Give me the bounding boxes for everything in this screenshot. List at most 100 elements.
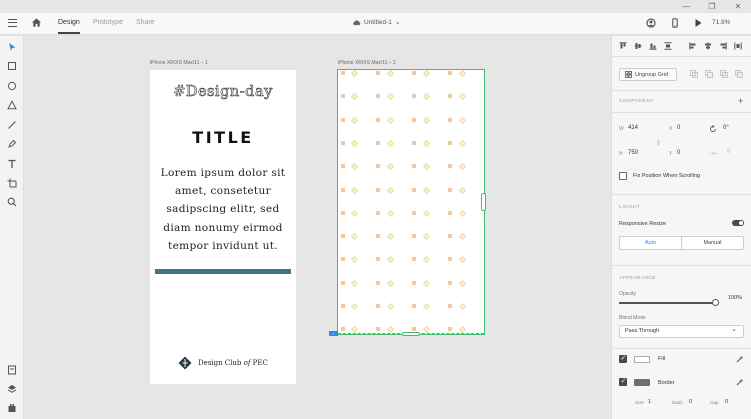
tab-design[interactable]: Design xyxy=(58,19,80,34)
distribute-horizontal-icon[interactable] xyxy=(734,42,742,50)
artboard-2[interactable] xyxy=(337,69,485,335)
pattern-square xyxy=(341,304,345,308)
boolean-intersect-icon[interactable] xyxy=(720,70,728,78)
align-top-icon[interactable] xyxy=(619,42,627,50)
pattern-diamond xyxy=(458,209,467,217)
line-icon[interactable] xyxy=(7,120,17,130)
layers-icon[interactable] xyxy=(7,384,17,394)
opacity-slider-track[interactable] xyxy=(619,302,716,304)
y-label: Y xyxy=(669,151,673,157)
fix-position-checkbox[interactable] xyxy=(619,172,627,180)
club-name[interactable]: Design Club of PEC xyxy=(198,359,268,367)
canvas[interactable]: iPhone XR/XS Max/11 – 1 #Design-day TITL… xyxy=(24,36,611,419)
artboard-body-text[interactable]: Lorem ipsum dolor sit amet, consetetur s… xyxy=(156,164,290,255)
pattern-square xyxy=(341,327,345,332)
club-logo-icon[interactable] xyxy=(178,356,192,370)
artboard-1-label[interactable]: iPhone XR/XS Max/11 – 1 xyxy=(150,60,208,66)
add-component-icon[interactable]: + xyxy=(738,96,743,106)
polygon-icon[interactable] xyxy=(7,100,17,110)
device-preview-icon[interactable] xyxy=(670,18,680,28)
dash-field[interactable]: 0 xyxy=(689,399,692,405)
align-left-icon[interactable] xyxy=(689,42,697,50)
pattern-square xyxy=(376,257,380,262)
blend-mode-dropdown[interactable]: Pass Through xyxy=(619,324,744,338)
boolean-add-icon[interactable] xyxy=(690,70,698,78)
pattern-diamond xyxy=(350,116,359,124)
resize-tag[interactable]: ↔ xyxy=(329,331,338,336)
gap-label: Gap xyxy=(710,400,719,405)
repeat-grid-handle-right[interactable] xyxy=(481,193,486,211)
pattern-square xyxy=(412,304,416,308)
lock-aspect-icon[interactable]: ⇕ xyxy=(656,140,661,147)
flip-vertical-icon[interactable]: ⇳ xyxy=(726,148,731,155)
pattern-square xyxy=(448,117,452,122)
pattern-square xyxy=(341,164,345,169)
size-field[interactable]: 1 xyxy=(648,399,651,405)
plugins-icon[interactable] xyxy=(7,403,17,413)
distribute-vertical-icon[interactable] xyxy=(664,42,672,50)
artboard-icon[interactable] xyxy=(7,178,17,188)
gap-field[interactable]: 0 xyxy=(725,399,728,405)
pattern-square xyxy=(376,117,380,122)
pattern-diamond xyxy=(422,302,431,311)
eyedropper-icon[interactable] xyxy=(736,378,744,386)
pattern-square xyxy=(341,210,345,215)
zoom-icon[interactable] xyxy=(7,197,17,207)
pattern-diamond xyxy=(458,139,467,147)
y-field[interactable]: 0 xyxy=(677,150,680,156)
align-center-icon[interactable] xyxy=(704,42,712,50)
tab-share[interactable]: Share xyxy=(136,19,155,26)
rectangle-icon[interactable] xyxy=(7,61,17,71)
ellipse-icon[interactable] xyxy=(7,81,17,91)
align-bottom-icon[interactable] xyxy=(649,42,657,50)
document-name: Untitled-1 xyxy=(364,18,392,26)
artboard-heading[interactable]: #Design-day xyxy=(150,84,296,101)
height-field[interactable]: 750 xyxy=(628,150,638,156)
fill-swatch[interactable] xyxy=(634,356,650,363)
maximize-button[interactable]: ❐ xyxy=(699,0,725,13)
artboard-1[interactable]: #Design-day TITLE Lorem ipsum dolor sit … xyxy=(150,70,296,384)
auto-option[interactable]: Auto xyxy=(620,237,682,249)
ungroup-grid-button[interactable]: Ungroup Grid xyxy=(619,68,677,81)
border-checkbox[interactable] xyxy=(619,377,627,386)
close-button[interactable]: ✕ xyxy=(725,0,751,13)
document-title[interactable]: Untitled-1 ⌄ xyxy=(352,18,401,26)
play-icon[interactable] xyxy=(693,18,703,28)
border-swatch[interactable] xyxy=(634,379,650,386)
align-right-icon[interactable] xyxy=(719,42,727,50)
pattern-square xyxy=(412,327,416,332)
fill-checkbox[interactable] xyxy=(619,354,627,363)
zoom-level[interactable]: 71.9% xyxy=(712,19,730,26)
text-icon[interactable] xyxy=(7,159,17,169)
pattern-diamond xyxy=(386,279,395,287)
eyedropper-icon[interactable] xyxy=(736,355,744,363)
repeat-grid-handle-bottom[interactable] xyxy=(402,332,420,336)
boolean-subtract-icon[interactable] xyxy=(705,70,713,78)
manual-option[interactable]: Manual xyxy=(682,237,743,249)
user-icon[interactable] xyxy=(646,18,656,28)
opacity-slider-knob[interactable] xyxy=(712,299,719,306)
home-icon[interactable] xyxy=(31,17,42,28)
artboard-title[interactable]: TITLE xyxy=(150,128,296,147)
rotation-field[interactable]: 0° xyxy=(723,125,729,131)
width-field[interactable]: 414 xyxy=(628,125,638,131)
pattern-square xyxy=(412,257,416,262)
pattern-square xyxy=(412,117,416,122)
rotate-icon[interactable] xyxy=(709,125,717,133)
align-middle-icon[interactable] xyxy=(634,42,642,50)
document-assets-icon[interactable] xyxy=(7,365,17,375)
boolean-exclude-icon[interactable] xyxy=(735,70,743,78)
pen-icon[interactable] xyxy=(7,139,17,149)
accent-bar[interactable] xyxy=(155,269,291,274)
pattern-diamond xyxy=(422,70,431,78)
select-icon[interactable] xyxy=(7,42,17,52)
artboard-2-label[interactable]: iPhone XR/XS Max/11 – 2 xyxy=(338,60,396,66)
x-field[interactable]: 0 xyxy=(677,125,680,131)
pattern-square xyxy=(341,234,345,239)
opacity-value[interactable]: 100% xyxy=(728,295,742,301)
responsive-resize-toggle[interactable] xyxy=(732,220,744,226)
tab-prototype[interactable]: Prototype xyxy=(93,19,123,26)
hamburger-menu-icon[interactable] xyxy=(8,19,17,27)
minimize-button[interactable]: — xyxy=(673,0,699,13)
flip-icon[interactable]: ⊣⊢ xyxy=(709,151,718,157)
